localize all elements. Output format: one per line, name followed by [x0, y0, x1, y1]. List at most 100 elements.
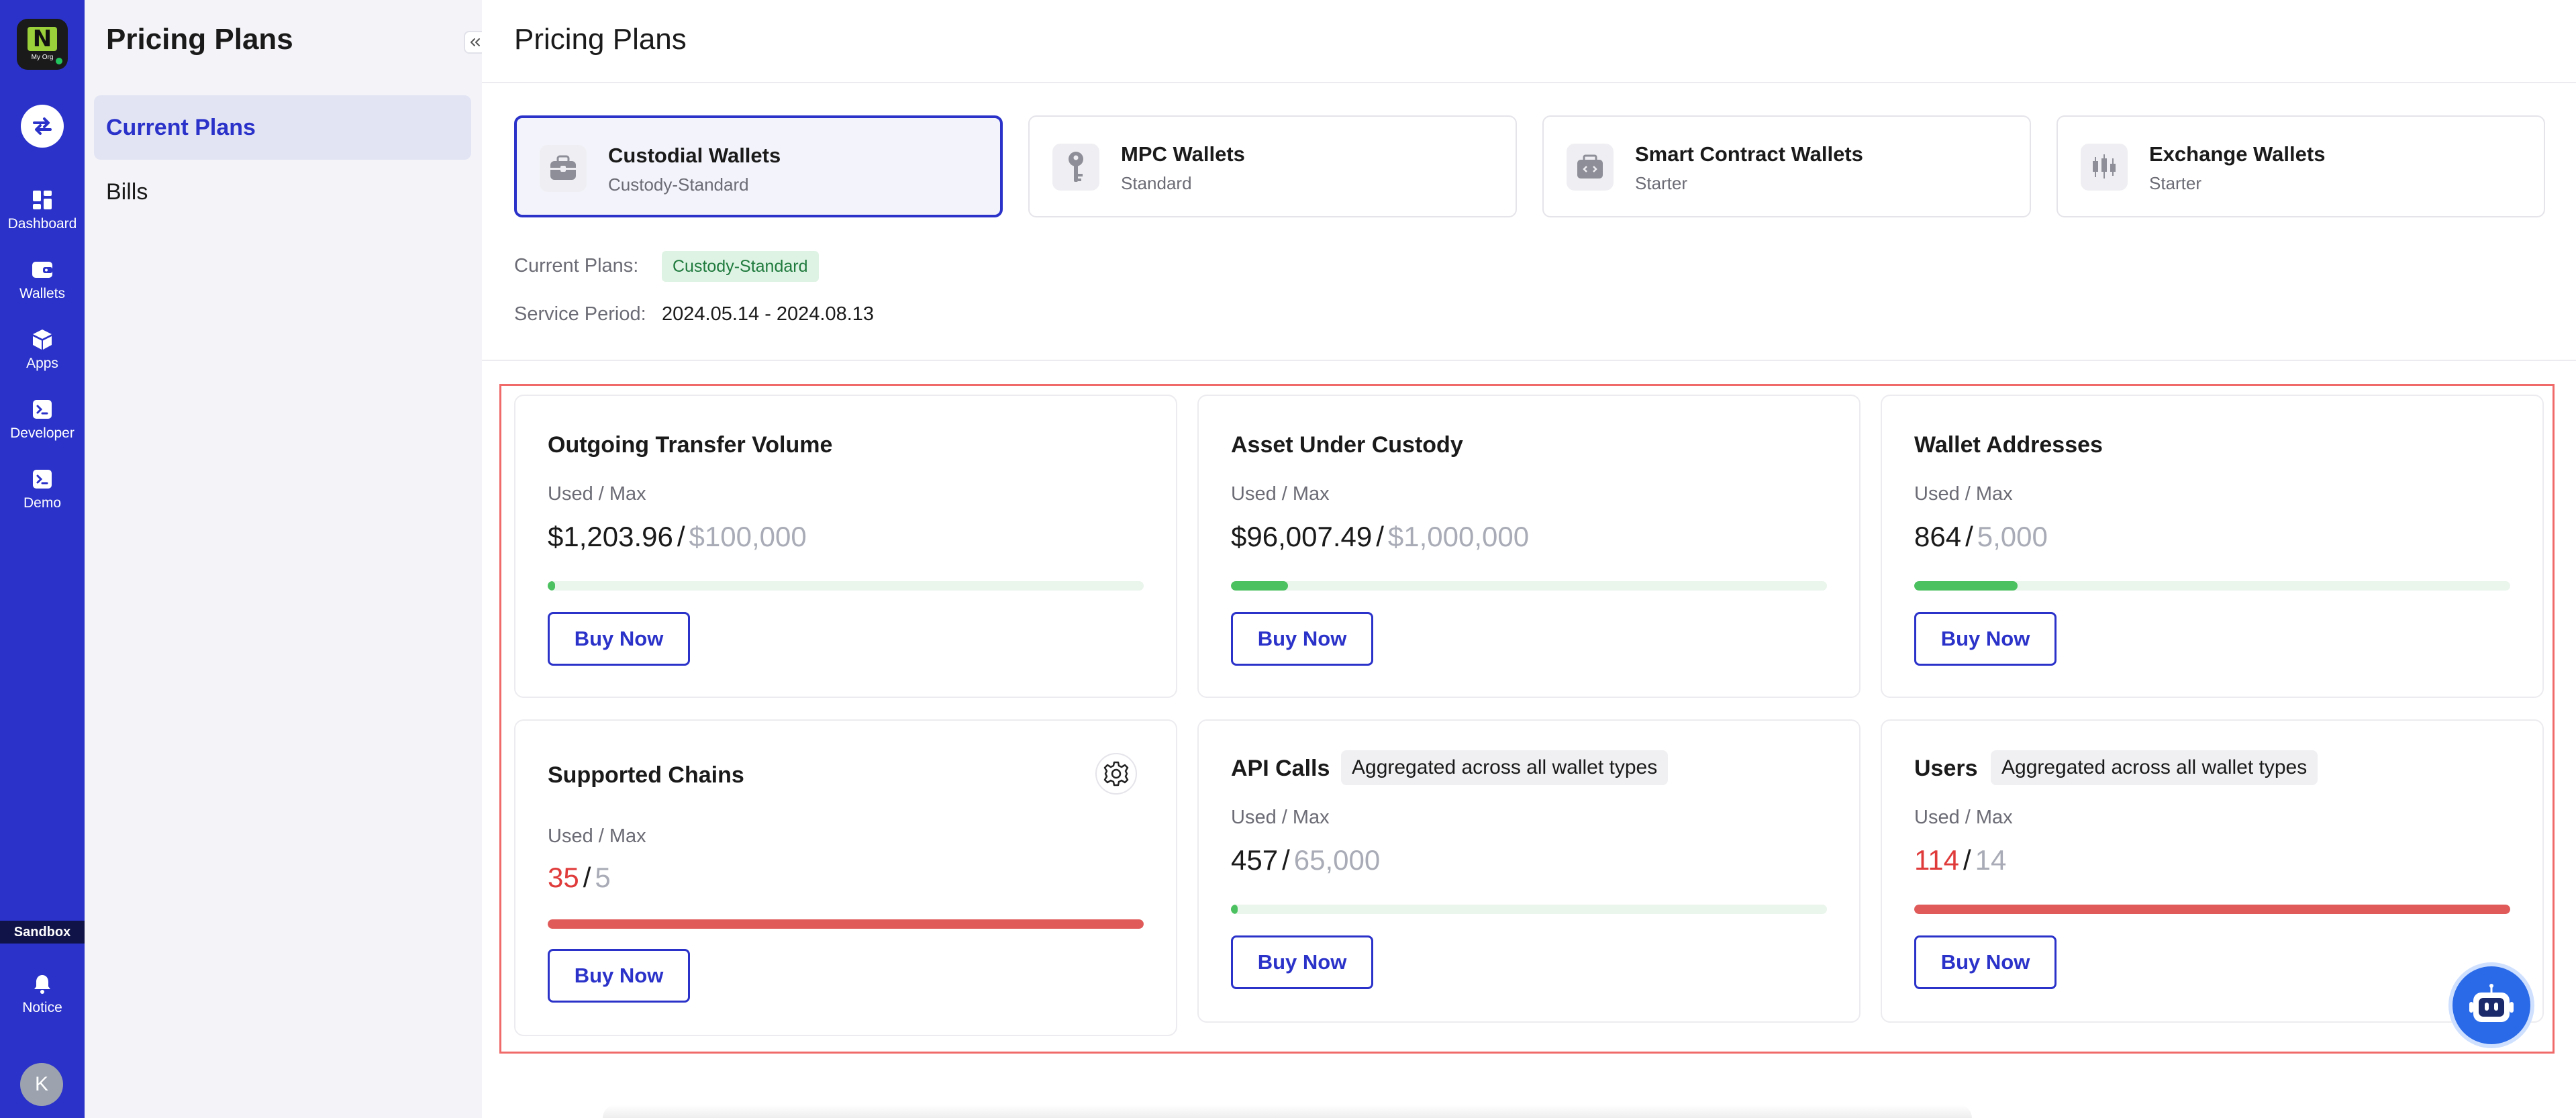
used-value: 864 — [1914, 521, 1962, 552]
current-plans-label: Current Plans: — [514, 255, 639, 276]
nav-label: Dashboard — [7, 216, 77, 232]
candlestick-icon — [2081, 144, 2128, 191]
buy-now-button[interactable]: Buy Now — [548, 612, 690, 666]
wallet-type-card-exchange[interactable]: Exchange Wallets Starter — [2057, 115, 2545, 217]
wallet-type-name: Smart Contract Wallets — [1635, 142, 1863, 166]
usage-values: $1,203.96/$100,000 — [548, 521, 807, 553]
wallet-icon — [30, 258, 54, 282]
used-value: $1,203.96 — [548, 521, 673, 552]
usage-progress-fill — [548, 581, 555, 591]
usage-progress-bar — [1914, 905, 2510, 914]
nav-label: Apps — [26, 356, 58, 371]
usage-card: Supported Chains Used / Max 35/5 Buy Now — [514, 719, 1177, 1036]
used-value: 35 — [548, 862, 579, 893]
sidebar-item-bills[interactable]: Bills — [94, 160, 471, 224]
sidebar-item-current-plans[interactable]: Current Plans — [94, 95, 471, 160]
buy-now-button[interactable]: Buy Now — [1914, 612, 2057, 666]
sidebar-title: Pricing Plans — [106, 23, 293, 56]
contract-icon — [1567, 144, 1614, 191]
usage-card: Wallet Addresses Used / Max 864/5,000 Bu… — [1881, 395, 2544, 698]
max-value: $100,000 — [689, 521, 807, 552]
wallet-type-name: Custodial Wallets — [608, 144, 781, 167]
service-period-label: Service Period: — [514, 303, 646, 325]
nav-developer[interactable]: Developer — [0, 392, 85, 452]
value-separator: / — [677, 521, 685, 552]
org-logo[interactable]: N My Org — [17, 19, 68, 70]
wallet-type-plan: Starter — [1635, 173, 1688, 193]
buy-now-button[interactable]: Buy Now — [1231, 612, 1373, 666]
usage-progress-fill — [548, 919, 1144, 929]
wallet-type-card-custodial[interactable]: Custodial Wallets Custody-Standard — [514, 115, 1003, 217]
max-value: 5,000 — [1977, 521, 2048, 552]
used-value: 457 — [1231, 844, 1279, 876]
usage-card: Users Aggregated across all wallet types… — [1881, 719, 2544, 1023]
max-value: 5 — [595, 862, 611, 893]
nav-label: Demo — [23, 495, 62, 511]
used-value: 114 — [1914, 844, 1959, 876]
buy-now-button[interactable]: Buy Now — [1914, 935, 2057, 989]
usage-values: 35/5 — [548, 862, 611, 894]
wallet-type-plan: Custody-Standard — [608, 174, 749, 195]
nav-wallets[interactable]: Wallets — [0, 252, 85, 313]
pricing-sidebar: Pricing Plans Current Plans Bills — [85, 0, 487, 1118]
value-separator: / — [583, 862, 591, 893]
usage-card-title: Users — [1914, 756, 1978, 781]
buy-now-button[interactable]: Buy Now — [1231, 935, 1373, 989]
nav-notice[interactable]: Notice — [0, 966, 85, 1027]
nav-label: Developer — [10, 425, 75, 441]
wallet-type-name: MPC Wallets — [1121, 142, 1245, 166]
settings-gear-icon[interactable] — [1095, 753, 1137, 795]
grid-icon — [30, 188, 54, 212]
usage-card-title: Outgoing Transfer Volume — [548, 432, 833, 458]
main-content: Pricing Plans Custodial Wallets Custody-… — [482, 0, 2576, 1118]
aggregated-tag: Aggregated across all wallet types — [1341, 750, 1669, 785]
avatar[interactable]: K — [20, 1063, 63, 1106]
briefcase-icon — [540, 145, 587, 192]
usage-card-title: Supported Chains — [548, 762, 744, 788]
usage-progress-fill — [1231, 905, 1238, 914]
usage-progress-fill — [1914, 581, 2018, 591]
used-max-label: Used / Max — [548, 483, 646, 505]
switch-icon[interactable] — [21, 105, 64, 148]
wallet-type-card-mpc[interactable]: MPC Wallets Standard — [1028, 115, 1517, 217]
nav-apps[interactable]: Apps — [0, 322, 85, 383]
org-logo-mark: N — [28, 27, 57, 51]
terminal-icon — [30, 467, 54, 491]
wallet-type-plan: Starter — [2149, 173, 2202, 193]
usage-values: 457/65,000 — [1231, 844, 1380, 876]
used-max-label: Used / Max — [1231, 807, 1330, 828]
environment-badge: Sandbox — [0, 921, 85, 944]
value-separator: / — [1282, 844, 1290, 876]
buy-now-button[interactable]: Buy Now — [548, 949, 690, 1003]
usage-card-title: API Calls — [1231, 756, 1330, 781]
usage-progress-bar — [1914, 581, 2510, 591]
service-period-value: 2024.05.14 - 2024.08.13 — [662, 303, 875, 325]
usage-card: Asset Under Custody Used / Max $96,007.4… — [1197, 395, 1861, 698]
divider — [482, 82, 2576, 83]
usage-progress-bar — [548, 581, 1144, 591]
chatbot-robot-icon[interactable] — [2448, 962, 2534, 1048]
usage-progress-bar — [548, 919, 1144, 929]
max-value: $1,000,000 — [1387, 521, 1530, 552]
max-value: 14 — [1975, 844, 2007, 876]
usage-values: 114/14 — [1914, 844, 2006, 876]
terminal-icon — [30, 397, 54, 421]
usage-progress-bar — [1231, 905, 1827, 914]
nav-dashboard[interactable]: Dashboard — [0, 183, 85, 243]
nav-rail: N My Org Dashboard Wallets Apps Develope… — [0, 0, 85, 1118]
nav-label: Wallets — [19, 286, 66, 301]
usage-card: API Calls Aggregated across all wallet t… — [1197, 719, 1861, 1023]
divider — [482, 360, 2576, 361]
used-max-label: Used / Max — [1914, 483, 2013, 505]
value-separator: / — [1376, 521, 1384, 552]
used-max-label: Used / Max — [1231, 483, 1330, 505]
usage-values: 864/5,000 — [1914, 521, 2048, 553]
usage-card: Outgoing Transfer Volume Used / Max $1,2… — [514, 395, 1177, 698]
nav-demo[interactable]: Demo — [0, 462, 85, 522]
bottom-panel-edge — [603, 1105, 1972, 1118]
usage-progress-bar — [1231, 581, 1827, 591]
wallet-type-card-smart-contract[interactable]: Smart Contract Wallets Starter — [1542, 115, 2031, 217]
nav-label: Notice — [22, 1000, 62, 1015]
usage-progress-fill — [1231, 581, 1289, 591]
current-plan-badge: Custody-Standard — [662, 251, 819, 282]
